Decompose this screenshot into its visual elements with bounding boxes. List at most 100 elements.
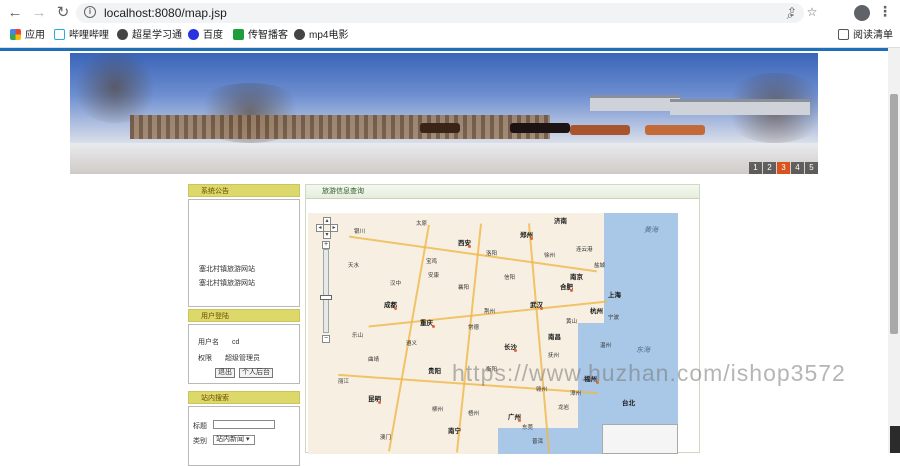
notice-item[interactable]: 塞北村镇旅游网站 [199, 278, 255, 288]
profile-button[interactable]: 个人后台 [239, 368, 273, 378]
city-label: 澳门 [380, 435, 392, 441]
city-label: 曲靖 [368, 357, 380, 363]
city-label: 信阳 [504, 275, 516, 281]
browser-toolbar: ← → ↻ i localhost:8080/map.jsp ⌕ ⇪ ☆ ⋮ [0, 0, 900, 26]
apps-grid-icon [10, 29, 21, 40]
city-label: 常德 [468, 325, 480, 331]
bookmark-bilibili[interactable]: 哔哩哔哩 [54, 29, 109, 43]
bookmark-itcast[interactable]: 传智播客 [233, 29, 288, 43]
reload-icon[interactable]: ↻ [54, 4, 72, 22]
zoom-out-button[interactable]: − [322, 335, 330, 343]
scrollbar-thumb[interactable] [890, 94, 898, 334]
bookmark-label: 百度 [203, 30, 223, 41]
city-label: 东莞 [522, 425, 534, 431]
city-label: 安康 [428, 273, 440, 279]
city-dot [378, 401, 381, 404]
login-box: 用户名 cd 权限 超级管理员 退出 个人后台 [188, 324, 300, 384]
pager-3[interactable]: 3 [777, 162, 790, 174]
cattle-shape [570, 125, 630, 135]
bilibili-icon [54, 29, 65, 40]
logout-button[interactable]: 退出 [215, 368, 235, 378]
city-label: 漳州 [570, 391, 582, 397]
browser-chrome: ← → ↻ i localhost:8080/map.jsp ⌕ ⇪ ☆ ⋮ 应… [0, 0, 900, 48]
city-dot [540, 307, 543, 310]
city-dot [514, 349, 517, 352]
city-label: 太原 [416, 221, 428, 227]
bookmark-apps[interactable]: 应用 [10, 29, 45, 43]
city-label: 徐州 [544, 253, 556, 259]
pan-control: ▴ ◂ ▸ ▾ [316, 217, 338, 239]
search-title-label: 标题 [193, 423, 207, 430]
pan-down-icon[interactable]: ▾ [323, 231, 331, 239]
pager-4[interactable]: 4 [791, 162, 804, 174]
city-label: 荆州 [484, 309, 496, 315]
city-label: 汉中 [390, 281, 402, 287]
menu-dots-icon[interactable]: ⋮ [878, 3, 892, 20]
role-value: 超级管理员 [225, 355, 260, 362]
zoom-track[interactable] [323, 249, 329, 333]
category-select[interactable]: 站内新闻 ▾ [213, 435, 255, 445]
side-widget[interactable] [890, 426, 900, 453]
info-icon[interactable]: i [84, 6, 96, 18]
road-line [388, 224, 430, 452]
pager-5[interactable]: 5 [805, 162, 818, 174]
city-label: 黄山 [566, 319, 578, 325]
zoom-in-button[interactable]: + [322, 241, 330, 249]
bookmarks-bar: 应用 哔哩哔哩 超星学习通 百度 传智播客 mp4电影 阅读清单 [0, 26, 900, 46]
forward-arrow-icon[interactable]: → [30, 4, 48, 22]
city-label: 乐山 [352, 333, 364, 339]
city-label: 银川 [354, 229, 366, 235]
address-bar[interactable]: i localhost:8080/map.jsp ⌕ [76, 3, 804, 23]
bookmark-baidu[interactable]: 百度 [188, 29, 223, 43]
city-dot [468, 245, 471, 248]
tree-shape [70, 53, 160, 123]
notice-item[interactable]: 塞北村镇旅游网站 [199, 264, 255, 274]
city-label: 盐城 [594, 263, 606, 269]
snow-field [70, 143, 818, 174]
house-shape [590, 95, 680, 111]
city-label: 连云港 [576, 247, 593, 253]
header-stripe [0, 48, 888, 51]
city-label: 抚州 [548, 353, 560, 359]
pager-2[interactable]: 2 [763, 162, 776, 174]
bookmark-chaoxing[interactable]: 超星学习通 [117, 29, 182, 43]
road-line [349, 235, 597, 272]
city-label: 遵义 [406, 341, 418, 347]
globe-icon [294, 29, 305, 40]
map-canvas[interactable]: 黄海 东海 西安 郑州 合肥 南京 上海 武汉 杭州 重庆 成都 长沙 南昌 福… [308, 213, 678, 454]
page-scrollbar[interactable] [888, 48, 900, 453]
reading-list[interactable]: 阅读清单 [838, 29, 893, 43]
profile-avatar[interactable] [854, 5, 870, 21]
share-icon[interactable]: ⇪ [784, 4, 800, 20]
category-value: 站内新闻 [216, 436, 244, 443]
bookmark-label: mp4电影 [309, 30, 349, 41]
city-label: 龙岩 [558, 405, 570, 411]
username-label: 用户名 [198, 339, 219, 346]
username-row: 用户名 cd [198, 337, 239, 347]
panel-title: 旅游信息查询 [306, 185, 699, 199]
city-label: 南宁 [448, 428, 461, 435]
city-label: 宁波 [608, 315, 620, 321]
category-label: 类别 [193, 438, 207, 445]
pan-right-icon[interactable]: ▸ [330, 224, 338, 232]
pager-1[interactable]: 1 [749, 162, 762, 174]
banner-pager: 1 2 3 4 5 [748, 162, 818, 174]
city-label: 济南 [554, 218, 567, 225]
zoom-slider-knob[interactable] [320, 295, 332, 300]
left-sidebar: 系统公告 塞北村镇旅游网站 塞北村镇旅游网站 用户登陆 用户名 cd 权限 超级管理… [188, 184, 300, 466]
map-overview[interactable] [602, 424, 678, 454]
globe-icon [117, 29, 128, 40]
cattle-shape [510, 123, 570, 133]
bookmark-label: 超星学习通 [132, 30, 182, 41]
bookmark-star-icon[interactable]: ☆ [804, 4, 820, 20]
sea-label: 黄海 [644, 227, 658, 234]
notice-title: 系统公告 [188, 184, 300, 197]
search-title-input[interactable] [213, 420, 275, 429]
fence-shape [130, 115, 550, 139]
bookmark-mp4[interactable]: mp4电影 [294, 29, 348, 43]
city-label: 宝鸡 [426, 259, 438, 265]
sea-label: 东海 [636, 347, 650, 354]
city-label: 台北 [622, 400, 635, 407]
city-label: 上海 [608, 292, 621, 299]
back-arrow-icon[interactable]: ← [6, 4, 24, 22]
